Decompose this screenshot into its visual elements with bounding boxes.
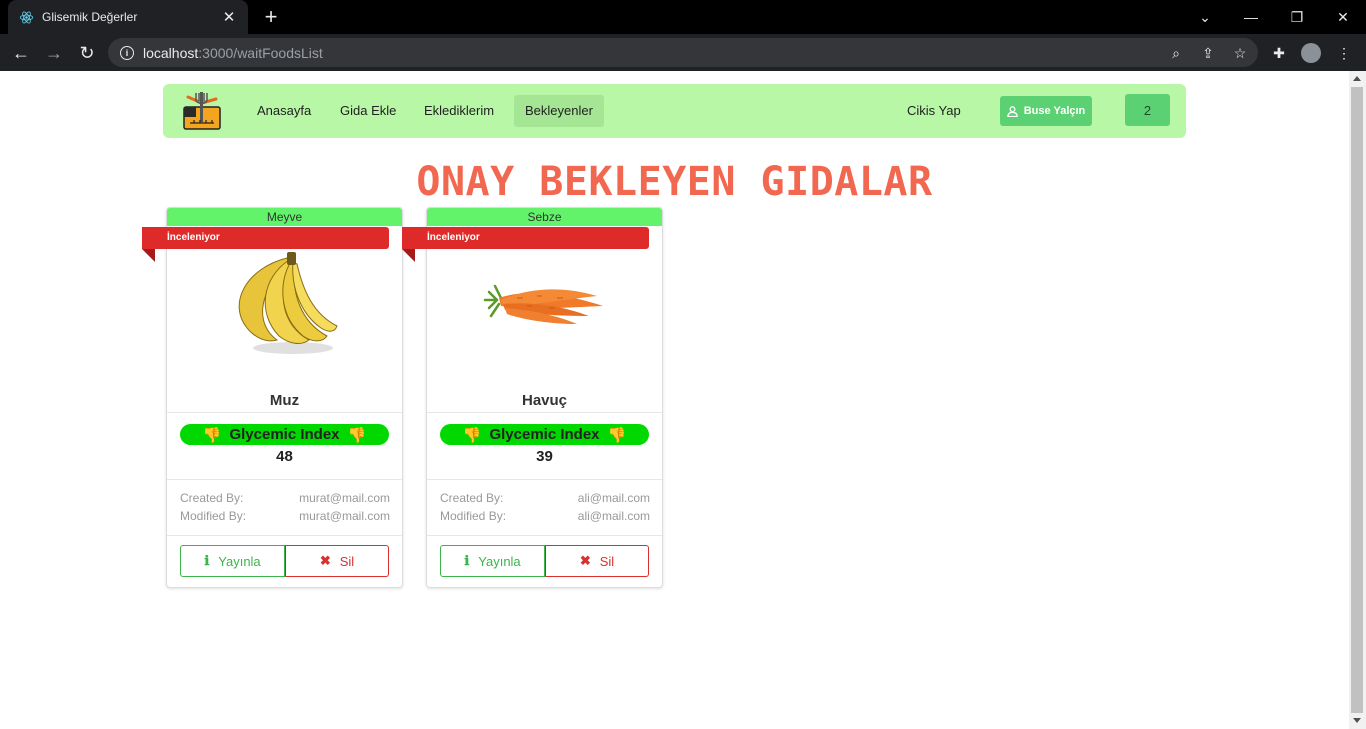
card-actions: ℹ Yayınla ✖ Sil [180,545,389,577]
user-name: Buse Yalçın [1023,105,1086,117]
back-icon[interactable]: ← [6,38,36,68]
nav-link-eklediklerim[interactable]: Eklediklerim [413,95,505,127]
pending-count-button[interactable]: 2 [1125,94,1170,126]
forward-icon[interactable]: → [39,38,69,68]
divider [167,535,402,536]
delete-button[interactable]: ✖ Sil [545,545,649,577]
restore-icon[interactable]: ❐ [1274,0,1320,34]
thumbs-down-icon: 👎 [462,426,482,444]
card-actions: ℹ Yayınla ✖ Sil [440,545,649,577]
site-info-icon[interactable]: i [120,45,134,60]
scroll-down-icon[interactable] [1353,718,1361,723]
times-icon: ✖ [579,553,591,568]
food-card: Sebze İnceleniyor Havuç 👎 Glycemic Index… [402,207,663,588]
nav-link-bekleyenler[interactable]: Bekleyenler [514,95,604,127]
bookmark-star-icon[interactable]: ☆ [1230,43,1250,63]
extensions-icon[interactable]: ✚ [1269,43,1289,63]
glycemic-index-badge: 👎 Glycemic Index 👎 [440,424,649,445]
modified-by-row: Modified By: ali@mail.com [440,509,650,523]
page-title: ONAY BEKLEYEN GIDALAR [416,159,933,205]
modified-by-value: ali@mail.com [577,509,650,523]
thumbs-down-icon: 👎 [202,426,222,444]
info-icon: ℹ [204,553,210,569]
modified-by-label: Modified By: [440,509,507,523]
created-by-row: Created By: ali@mail.com [440,491,650,505]
tab-search-icon[interactable]: ⌄ [1182,0,1228,34]
gi-label: Glycemic Index [489,426,600,443]
created-by-value: ali@mail.com [577,491,650,505]
browser-tab-strip: Glisemik Değerler ✕ + ⌄ — ❐ ✕ [0,0,1366,34]
delete-label: Sil [339,553,355,569]
reload-icon[interactable]: ↻ [72,38,102,68]
divider [427,479,662,480]
close-window-icon[interactable]: ✕ [1320,0,1366,34]
share-icon[interactable]: ⇪ [1198,43,1218,63]
publish-button[interactable]: ℹ Yayınla [440,545,545,577]
close-tab-icon[interactable]: ✕ [220,8,238,26]
nav-link-anasayfa[interactable]: Anasayfa [246,95,322,127]
modified-by-row: Modified By: murat@mail.com [180,509,390,523]
zoom-icon[interactable]: ⌕ [1166,43,1186,63]
scroll-up-icon[interactable] [1353,76,1361,81]
ribbon-fold [142,249,155,262]
category-label: Meyve [167,208,402,226]
user-button[interactable]: Buse Yalçın [1000,96,1092,126]
created-by-label: Created By: [440,491,504,505]
page-scrollbar[interactable] [1349,71,1366,729]
status-ribbon: İnceleniyor [142,227,389,249]
delete-label: Sil [599,553,615,569]
tab-title: Glisemik Değerler [42,10,138,24]
ribbon-fold [402,249,415,262]
page-viewport: Anasayfa Gida Ekle Eklediklerim Bekleyen… [0,71,1349,729]
menu-icon[interactable]: ⋮ [1334,43,1354,63]
created-by-label: Created By: [180,491,244,505]
browser-toolbar: ← → ↻ i localhost:3000/waitFoodsList ⌕ ⇪… [0,34,1366,71]
nav-link-gida-ekle[interactable]: Gida Ekle [329,95,407,127]
publish-button[interactable]: ℹ Yayınla [180,545,285,577]
address-bar[interactable]: i localhost:3000/waitFoodsList [108,38,1258,67]
logout-link[interactable]: Cikis Yap [896,95,972,127]
thumbs-down-icon: 👎 [347,426,367,444]
food-card: Meyve İnceleniyor Muz 👎 Glycemic Index 👎… [142,207,403,588]
publish-label: Yayınla [478,553,521,569]
food-name: Havuç [521,392,568,409]
publish-label: Yayınla [218,553,261,569]
new-tab-icon[interactable]: + [262,6,280,28]
divider [427,535,662,536]
minimize-icon[interactable]: — [1228,0,1274,34]
modified-by-label: Modified By: [180,509,247,523]
category-label: Sebze [427,208,662,226]
gi-value: 39 [536,448,553,465]
info-icon: ℹ [464,553,470,569]
gi-label: Glycemic Index [229,426,340,443]
profile-avatar[interactable] [1301,43,1321,63]
created-by-value: murat@mail.com [299,491,390,505]
times-icon: ✖ [319,553,331,568]
browser-tab[interactable]: Glisemik Değerler ✕ [8,0,248,34]
divider [167,479,402,480]
gi-value: 48 [276,448,293,465]
status-ribbon: İnceleniyor [402,227,649,249]
carrot-image [477,248,613,360]
site-navbar: Anasayfa Gida Ekle Eklediklerim Bekleyen… [163,84,1186,138]
delete-button[interactable]: ✖ Sil [285,545,389,577]
site-logo[interactable] [180,89,224,133]
banana-image [217,248,353,360]
user-icon [1006,105,1018,117]
glycemic-index-badge: 👎 Glycemic Index 👎 [180,424,389,445]
modified-by-value: murat@mail.com [299,509,390,523]
divider [427,412,662,413]
divider [167,412,402,413]
scrollbar-thumb[interactable] [1351,87,1363,713]
url-path: :3000/waitFoodsList [198,44,323,61]
react-icon [18,9,34,25]
url-host: localhost [143,44,199,61]
created-by-row: Created By: murat@mail.com [180,491,390,505]
thumbs-down-icon: 👎 [607,426,627,444]
food-name: Muz [269,392,300,409]
